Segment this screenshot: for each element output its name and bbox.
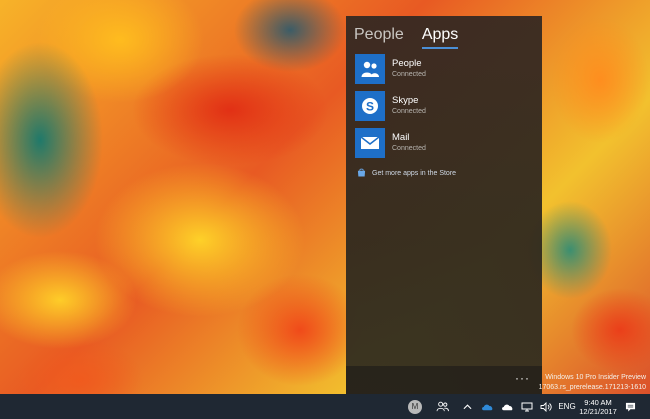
cloud-sync-button[interactable] [499, 394, 515, 419]
skype-icon: S [355, 91, 385, 121]
tab-people[interactable]: People [354, 26, 404, 49]
flyout-tabs: People Apps [354, 26, 459, 49]
watermark-line-1: Windows 10 Pro Insider Preview [545, 374, 646, 381]
chevron-up-icon [463, 403, 471, 409]
app-name: Skype [392, 95, 419, 106]
app-status: Connected [392, 108, 426, 115]
people-taskbar-icon [436, 401, 449, 412]
avatar: M [408, 399, 422, 414]
app-status: Connected [392, 145, 426, 152]
taskbar: M ENG 9:40 AM 12/21/2017 [0, 394, 650, 419]
build-watermark: Windows 10 Pro Insider Preview 17063.rs_… [539, 373, 646, 393]
input-language-button[interactable]: ENG [556, 394, 578, 419]
store-link-label: Get more apps in the Store [372, 170, 457, 177]
clock-time: 9:40 AM [584, 397, 612, 407]
clock-button[interactable]: 9:40 AM 12/21/2017 [579, 394, 617, 419]
clock-date: 12/21/2017 [579, 406, 617, 416]
onedrive-button[interactable] [479, 394, 495, 419]
app-name: Mail [392, 132, 410, 143]
mail-icon [355, 128, 385, 158]
volume-icon [540, 401, 552, 412]
onedrive-icon [481, 404, 492, 410]
store-icon [357, 168, 366, 179]
language-indicator: ENG [558, 402, 576, 411]
notification-icon [625, 402, 635, 412]
flyout-footer: ··· [346, 366, 542, 394]
tab-apps[interactable]: Apps [421, 26, 459, 49]
more-options-button[interactable]: ··· [515, 371, 530, 385]
app-item-mail[interactable]: Mail Connected [355, 128, 535, 158]
app-status: Connected [392, 71, 426, 78]
desktop-wallpaper [0, 0, 650, 419]
app-name: People [392, 58, 422, 69]
volume-button[interactable] [538, 394, 554, 419]
cloud-icon [501, 404, 512, 410]
app-list: People Connected S Skype Connected Mail … [355, 54, 535, 165]
action-center-button[interactable] [620, 394, 640, 419]
user-avatar-button[interactable]: M [406, 394, 424, 419]
show-hidden-icons-button[interactable] [460, 394, 474, 419]
people-taskbar-button[interactable] [433, 394, 451, 419]
people-flyout: People Apps People Connected S Skype Con… [346, 16, 542, 394]
network-icon [521, 402, 533, 411]
app-item-people[interactable]: People Connected [355, 54, 535, 84]
app-item-skype[interactable]: S Skype Connected [355, 91, 535, 121]
people-icon [355, 54, 385, 84]
network-button[interactable] [519, 394, 535, 419]
store-link[interactable]: Get more apps in the Store [357, 168, 456, 179]
watermark-line-2: 17063.rs_prerelease.171213-1610 [538, 384, 646, 391]
svg-text:S: S [366, 100, 374, 114]
